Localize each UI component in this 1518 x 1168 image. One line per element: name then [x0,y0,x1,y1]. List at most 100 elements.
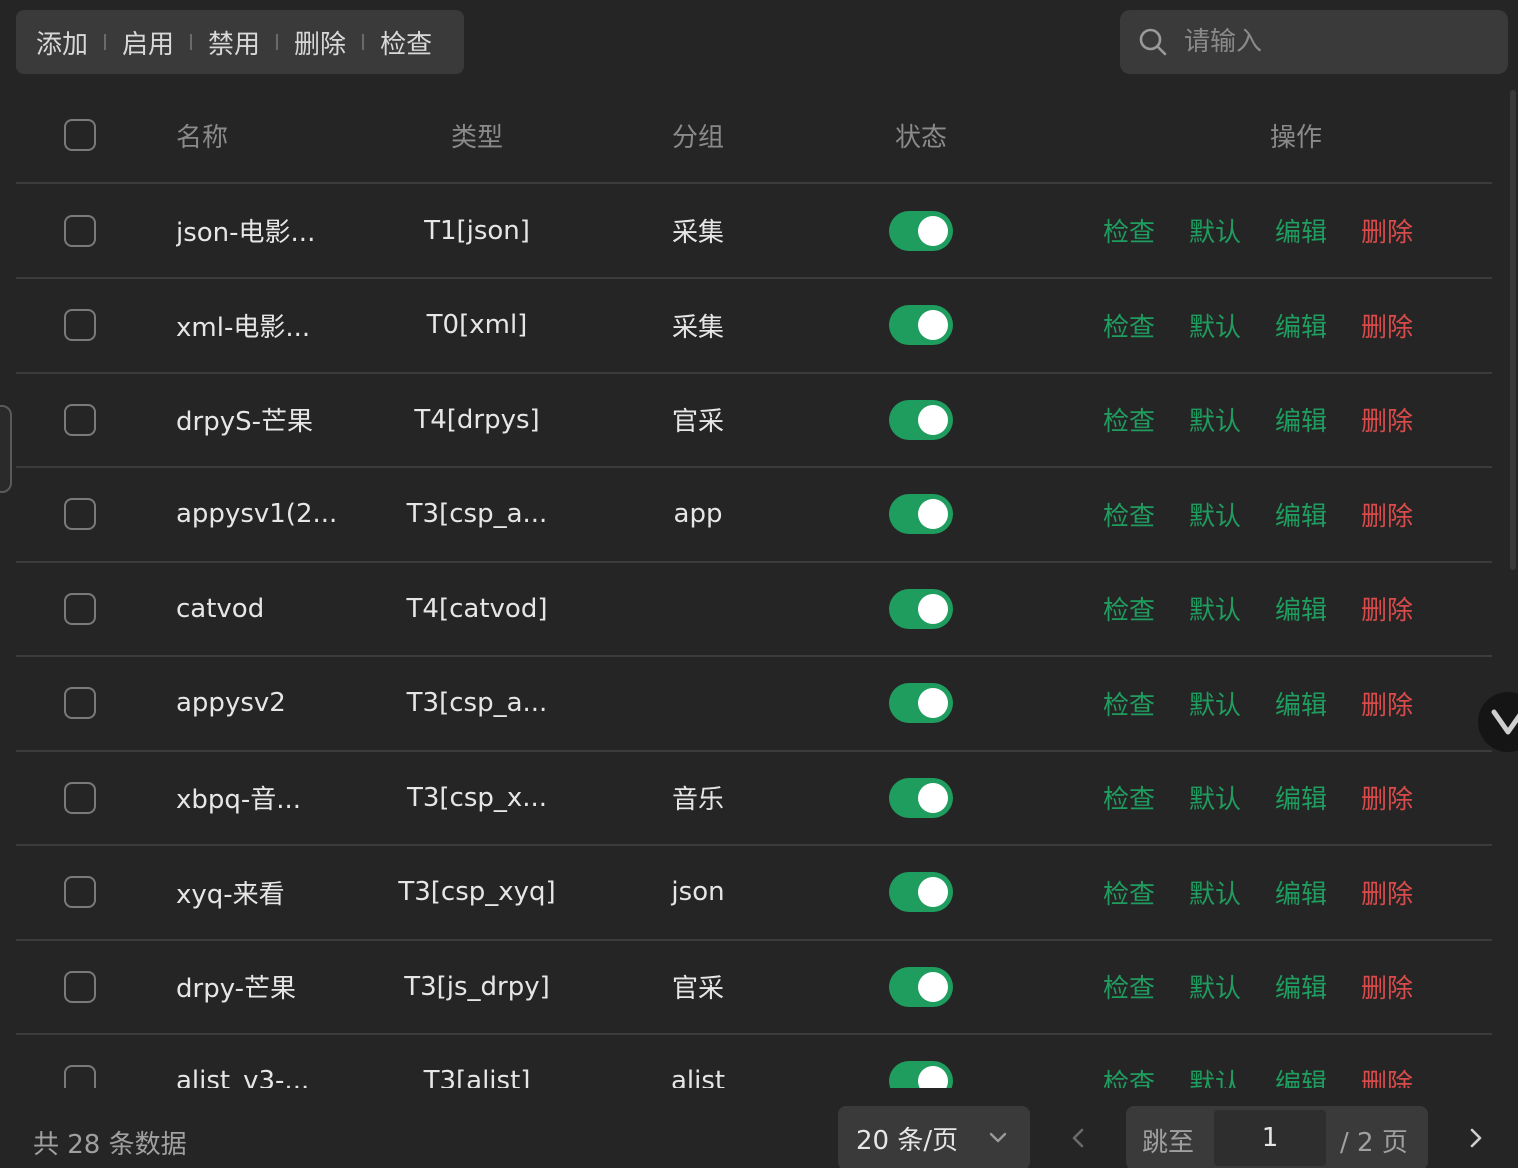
table-row: json-电影... T1[json] 采集 检查 默认 编辑 删除 [16,184,1492,279]
disable-button[interactable]: 禁用 [208,24,260,61]
check-button[interactable]: 检查 [380,24,432,61]
status-toggle[interactable] [889,588,953,629]
row-default-button[interactable]: 默认 [1189,590,1241,627]
row-checkbox[interactable] [64,309,96,341]
row-checkbox[interactable] [64,1065,96,1088]
row-checkbox[interactable] [64,498,96,530]
row-edit-button[interactable]: 编辑 [1275,685,1327,722]
toggle-knob [918,877,948,907]
row-default-button[interactable]: 默认 [1189,968,1241,1005]
table-row: xml-电影... T0[xml] 采集 检查 默认 编辑 删除 [16,279,1492,374]
row-check-button[interactable]: 检查 [1103,874,1155,911]
row-default-button[interactable]: 默认 [1189,779,1241,816]
row-delete-button[interactable]: 删除 [1361,212,1413,249]
toolbar-button-group: 添加 启用 禁用 删除 检查 [16,10,464,74]
row-edit-button[interactable]: 编辑 [1275,307,1327,344]
table-header-row: 名称 类型 分组 状态 操作 [16,88,1492,184]
row-check-button[interactable]: 检查 [1103,779,1155,816]
row-delete-button[interactable]: 删除 [1361,685,1413,722]
row-type: T1[json] [424,215,530,246]
delete-button[interactable]: 删除 [294,24,346,61]
row-status-cell [860,184,982,277]
row-delete-button[interactable]: 删除 [1361,496,1413,533]
row-check-cell [64,184,98,277]
row-delete-button[interactable]: 删除 [1361,1063,1413,1089]
row-edit-button[interactable]: 编辑 [1275,590,1327,627]
row-default-button[interactable]: 默认 [1189,212,1241,249]
row-delete-button[interactable]: 删除 [1361,590,1413,627]
row-checkbox[interactable] [64,876,96,908]
row-check-button[interactable]: 检查 [1103,212,1155,249]
header-status: 状态 [894,122,947,153]
row-type: T4[drpys] [414,404,540,435]
search-box[interactable] [1120,10,1508,74]
status-toggle[interactable] [889,872,953,912]
enable-button[interactable]: 启用 [122,24,174,61]
row-delete-button[interactable]: 删除 [1361,968,1413,1005]
row-actions: 检查 默认 编辑 删除 [1086,184,1466,277]
row-edit-button[interactable]: 编辑 [1275,1063,1327,1089]
status-toggle[interactable] [889,210,953,251]
row-default-button[interactable]: 默认 [1189,874,1241,911]
row-edit-button[interactable]: 编辑 [1275,779,1327,816]
row-checkbox[interactable] [64,687,96,719]
row-check-button[interactable]: 检查 [1103,307,1155,344]
status-toggle[interactable] [889,966,953,1007]
row-edit-button[interactable]: 编辑 [1275,496,1327,533]
page-number-input[interactable] [1214,1110,1326,1166]
table-row: appysv1(2... T3[csp_a... app 检查 默认 编辑 删除 [16,468,1492,563]
row-actions: 检查 默认 编辑 删除 [1086,373,1466,466]
status-toggle[interactable] [889,494,953,534]
row-default-button[interactable]: 默认 [1189,496,1241,533]
toggle-knob [918,593,948,624]
row-check-button[interactable]: 检查 [1103,1063,1155,1089]
row-default-button[interactable]: 默认 [1189,401,1241,438]
row-check-button[interactable]: 检查 [1103,401,1155,438]
floating-action-button[interactable] [1478,692,1518,752]
status-toggle[interactable] [889,305,953,345]
row-check-cell [64,846,98,939]
row-edit-button[interactable]: 编辑 [1275,968,1327,1005]
status-toggle[interactable] [889,683,953,723]
next-page-button[interactable] [1464,1122,1488,1154]
row-group: 采集 [671,218,724,248]
row-actions: 检查 默认 编辑 删除 [1086,562,1466,655]
status-toggle[interactable] [889,777,953,818]
row-actions: 检查 默认 编辑 删除 [1086,279,1466,372]
row-check-button[interactable]: 检查 [1103,685,1155,722]
row-default-button[interactable]: 默认 [1189,1063,1241,1089]
search-input[interactable] [1184,27,1508,57]
row-check-button[interactable]: 检查 [1103,590,1155,627]
side-drawer-handle[interactable] [0,405,12,493]
row-checkbox[interactable] [64,592,96,625]
row-edit-button[interactable]: 编辑 [1275,212,1327,249]
row-checkbox[interactable] [64,403,96,436]
status-toggle[interactable] [889,1061,953,1088]
row-delete-button[interactable]: 删除 [1361,874,1413,911]
row-check-button[interactable]: 检查 [1103,496,1155,533]
row-status-cell [860,279,982,372]
chevron-down-icon [1491,709,1518,735]
page-size-select[interactable]: 20 条/页 [838,1106,1030,1168]
row-check-cell [64,657,98,750]
row-delete-button[interactable]: 删除 [1361,401,1413,438]
row-default-button[interactable]: 默认 [1189,685,1241,722]
row-name: xyq-来看 [176,879,285,910]
row-name: drpy-芒果 [176,974,297,1004]
row-checkbox[interactable] [64,781,96,814]
row-edit-button[interactable]: 编辑 [1275,874,1327,911]
table-row: xyq-来看 T3[csp_xyq] json 检查 默认 编辑 删除 [16,846,1492,941]
select-all-checkbox[interactable] [64,119,96,151]
row-checkbox[interactable] [64,970,96,1003]
prev-page-button[interactable] [1066,1122,1090,1154]
row-checkbox[interactable] [64,214,96,247]
row-delete-button[interactable]: 删除 [1361,779,1413,816]
status-toggle[interactable] [889,399,953,440]
add-button[interactable]: 添加 [36,24,88,61]
row-edit-button[interactable]: 编辑 [1275,401,1327,438]
scrollbar-thumb[interactable] [1510,90,1516,570]
row-delete-button[interactable]: 删除 [1361,307,1413,344]
row-check-button[interactable]: 检查 [1103,968,1155,1005]
row-check-cell [64,562,98,655]
row-default-button[interactable]: 默认 [1189,307,1241,344]
